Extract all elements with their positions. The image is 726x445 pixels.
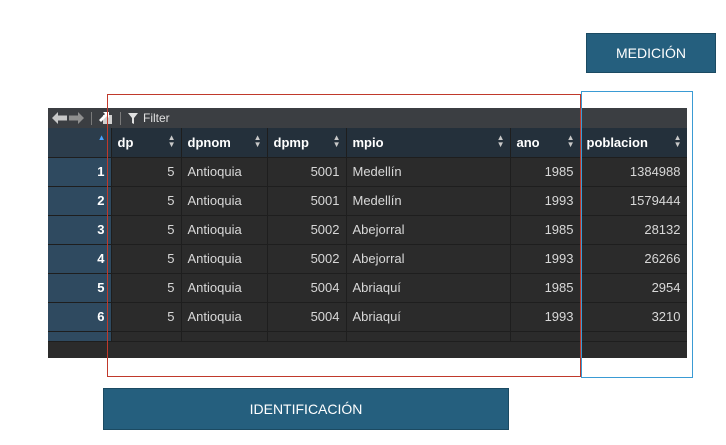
toolbar-separator: [91, 111, 92, 125]
medicion-label-text: MEDICIÓN: [616, 45, 686, 61]
row-number: 5: [48, 273, 112, 303]
row-number: 3: [48, 215, 112, 245]
row-number-header[interactable]: ▲: [48, 128, 112, 158]
identification-columns-outline: [107, 94, 581, 377]
forward-arrow-icon[interactable]: [69, 108, 84, 128]
identificacion-label-text: IDENTIFICACIÓN: [249, 401, 363, 417]
sort-ascending-icon: ▲: [97, 133, 106, 142]
row-number: [48, 331, 112, 342]
medicion-label: MEDICIÓN: [586, 33, 716, 73]
slide-canvas: MEDICIÓN Filter ▲ dp ▲ ▼ dpnom ▲ ▼ dpmp …: [0, 0, 726, 445]
back-arrow-icon[interactable]: [52, 108, 67, 128]
identificacion-label: IDENTIFICACIÓN: [103, 388, 509, 430]
row-number: 2: [48, 186, 112, 216]
row-number: 4: [48, 244, 112, 274]
measurement-column-outline: [581, 91, 693, 378]
row-number: 1: [48, 157, 112, 187]
row-number: 6: [48, 302, 112, 332]
